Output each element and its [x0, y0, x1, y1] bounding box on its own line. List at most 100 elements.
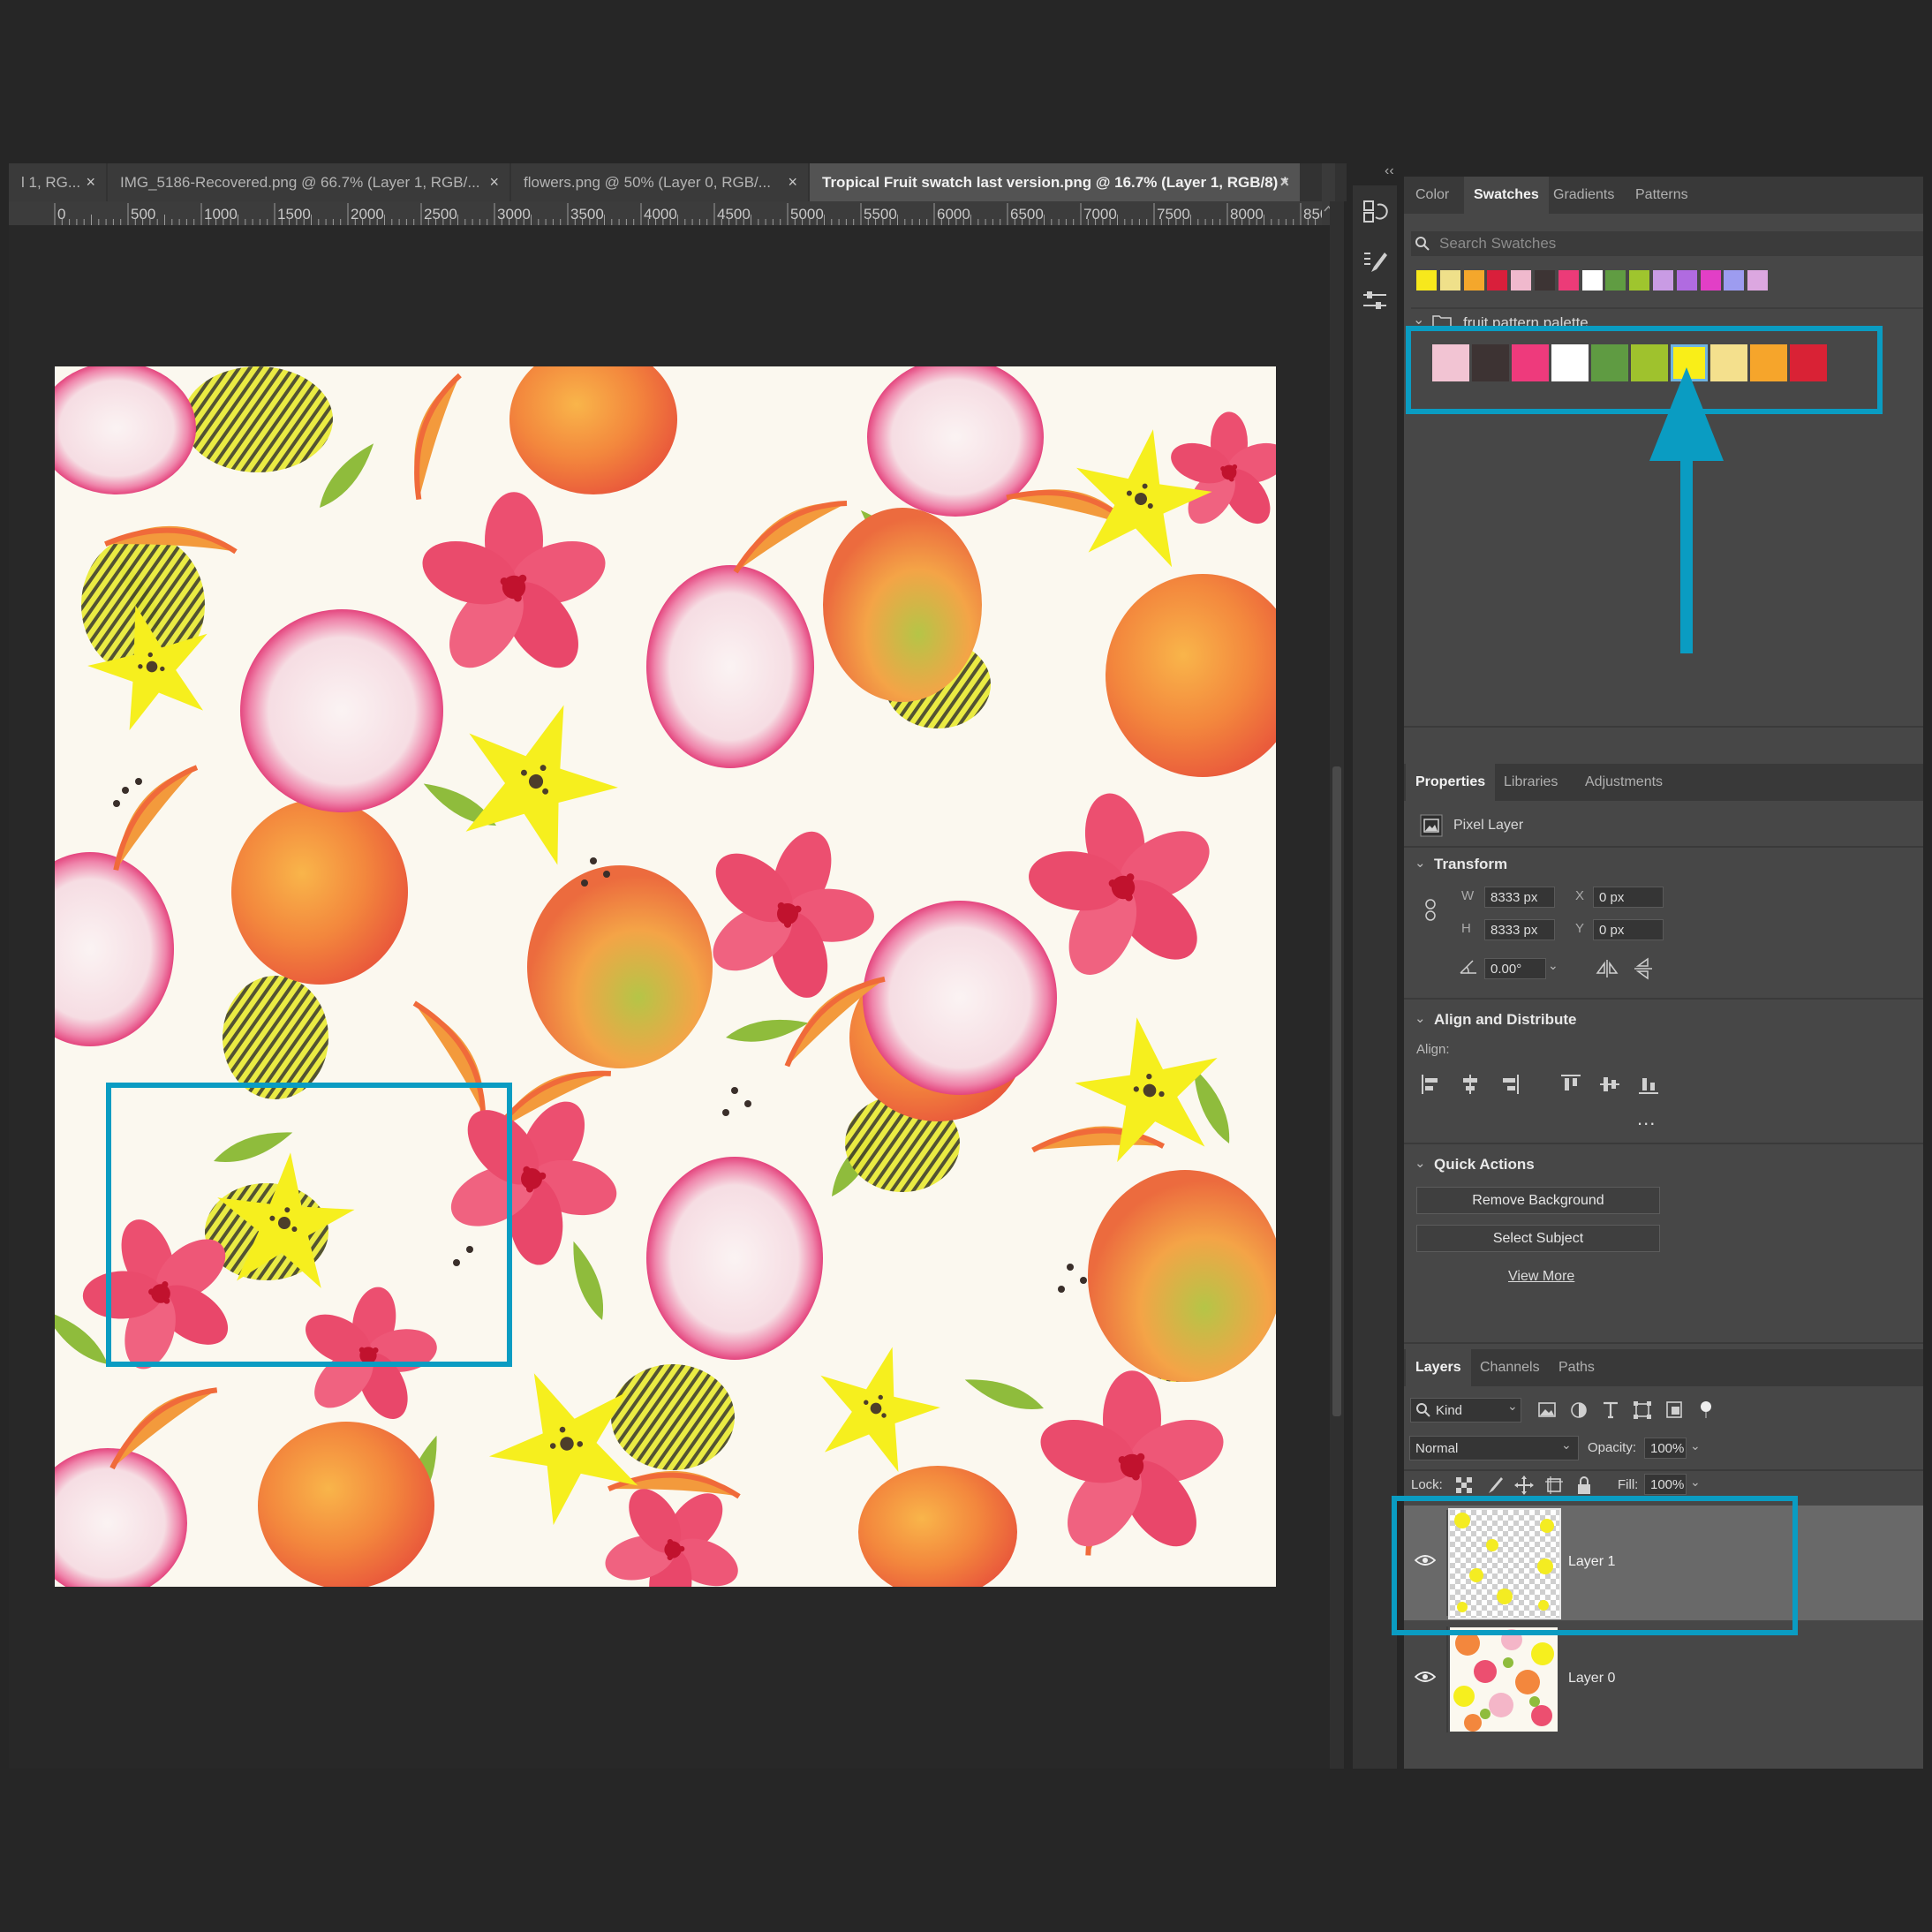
history-icon[interactable] — [1362, 198, 1388, 229]
link-icon[interactable] — [1423, 899, 1438, 922]
ruler-tick-label: 7000 — [1083, 206, 1117, 223]
align-middle-v-icon[interactable] — [1598, 1073, 1621, 1100]
tab-paths[interactable]: Paths — [1549, 1349, 1604, 1386]
align-right-icon[interactable] — [1498, 1073, 1521, 1100]
tab-gradients[interactable]: Gradients — [1543, 177, 1624, 214]
align-section-chevron-icon[interactable]: ⌄ — [1415, 1010, 1426, 1026]
layer-row-layer-0[interactable]: Layer 0 — [1404, 1622, 1923, 1737]
divider — [1411, 307, 1923, 309]
tab-channels[interactable]: Channels — [1470, 1349, 1550, 1386]
tab-label: IMG_5186-Recovered.png @ 66.7% (Layer 1,… — [120, 174, 480, 191]
angle-field[interactable]: 0.00° — [1484, 958, 1546, 979]
tab-swatches[interactable]: Swatches — [1464, 177, 1549, 214]
document-tab-3[interactable]: flowers.png @ 50% (Layer 0, RGB/... × — [511, 163, 808, 201]
swatch-search-box[interactable]: Search Swatches — [1411, 231, 1923, 256]
adjustments-icon[interactable] — [1362, 288, 1388, 319]
recent-swatch[interactable] — [1439, 270, 1460, 291]
recent-swatch[interactable] — [1535, 270, 1555, 291]
recent-swatch[interactable] — [1605, 270, 1626, 291]
flip-vertical-icon[interactable] — [1634, 957, 1653, 980]
recent-swatch[interactable] — [1747, 270, 1769, 291]
layer-type-label: Pixel Layer — [1453, 818, 1524, 833]
opacity-dropdown-icon[interactable]: ⌄ — [1690, 1438, 1701, 1453]
recent-swatch[interactable] — [1700, 270, 1721, 291]
close-icon[interactable]: × — [86, 163, 95, 201]
align-buttons — [1420, 1073, 1685, 1098]
filter-dropdown-icon[interactable]: ⌄ — [1507, 1399, 1518, 1414]
tab-adjustments[interactable]: Adjustments — [1575, 764, 1672, 801]
recent-swatch[interactable] — [1558, 270, 1579, 291]
more-options-icon[interactable]: ... — [1637, 1107, 1656, 1130]
shape-filter-icon[interactable] — [1632, 1399, 1653, 1424]
collapse-panels-icon[interactable]: ‹‹ — [1385, 163, 1394, 179]
tropical-fruit-artwork[interactable] — [55, 366, 1276, 1587]
pixel-filter-icon[interactable] — [1536, 1399, 1558, 1424]
remove-background-button[interactable]: Remove Background — [1416, 1187, 1660, 1214]
height-field[interactable]: 8333 px — [1484, 919, 1555, 940]
recent-swatch[interactable] — [1581, 270, 1603, 291]
align-center-h-icon[interactable] — [1459, 1073, 1482, 1100]
quick-actions-chevron-icon[interactable]: ⌄ — [1415, 1155, 1426, 1171]
opacity-field[interactable]: 100% — [1644, 1438, 1687, 1459]
smart-object-filter-icon[interactable] — [1664, 1399, 1685, 1424]
recent-swatch[interactable] — [1676, 270, 1697, 291]
tab-label: l 1, RG... — [21, 174, 81, 191]
document-tab-1[interactable]: l 1, RG... × — [9, 163, 106, 201]
layer-name[interactable]: Layer 0 — [1568, 1671, 1615, 1687]
recent-swatch[interactable] — [1653, 270, 1673, 291]
fill-dropdown-icon[interactable]: ⌄ — [1690, 1475, 1701, 1490]
ruler-tick-label: 0 — [57, 206, 65, 223]
x-field[interactable]: 0 px — [1593, 887, 1664, 908]
fill-field[interactable]: 100% — [1644, 1474, 1687, 1495]
search-swatches-input[interactable]: Search Swatches — [1439, 235, 1556, 253]
y-label: Y — [1575, 921, 1585, 936]
align-top-icon[interactable] — [1559, 1073, 1582, 1100]
blend-dropdown-icon[interactable]: ⌄ — [1561, 1438, 1572, 1453]
tab-label: Tropical Fruit swatch last version.png @… — [822, 174, 1288, 191]
width-field[interactable]: 8333 px — [1484, 887, 1555, 908]
scrollbar-thumb[interactable] — [1332, 766, 1341, 1416]
close-icon[interactable]: × — [788, 163, 797, 201]
layer-0-thumbnail[interactable] — [1450, 1627, 1558, 1732]
recent-swatch[interactable] — [1629, 270, 1650, 291]
eye-icon[interactable] — [1415, 1670, 1436, 1684]
transform-chevron-icon[interactable]: ⌄ — [1415, 855, 1426, 871]
tab-layers[interactable]: Layers — [1406, 1349, 1471, 1386]
horizontal-ruler: 0 500 1000 1500 2000 2500 3000 3500 4000 4500 5000… — [9, 201, 1330, 225]
lock-label: Lock: — [1411, 1477, 1443, 1492]
flip-horizontal-icon[interactable] — [1596, 959, 1619, 978]
select-subject-button[interactable]: Select Subject — [1416, 1225, 1660, 1252]
layer-highlight-box — [1392, 1496, 1798, 1635]
recent-swatch[interactable] — [1416, 270, 1437, 291]
view-more-link[interactable]: View More — [1508, 1269, 1574, 1285]
align-bottom-icon[interactable] — [1637, 1073, 1660, 1100]
brush-settings-icon[interactable] — [1362, 249, 1388, 280]
document-tab-2[interactable]: IMG_5186-Recovered.png @ 66.7% (Layer 1,… — [108, 163, 509, 201]
document-tab-active[interactable]: Tropical Fruit swatch last version.png @… — [810, 163, 1300, 201]
tab-properties[interactable]: Properties — [1406, 764, 1496, 801]
layer-0-thumbnail-image — [1450, 1627, 1558, 1732]
tab-libraries[interactable]: Libraries — [1494, 764, 1567, 801]
y-field[interactable]: 0 px — [1593, 919, 1664, 940]
close-icon[interactable]: × — [489, 163, 499, 201]
recent-swatch[interactable] — [1463, 270, 1484, 291]
search-icon — [1416, 1403, 1430, 1417]
properties-panel-tabs: Properties Libraries Adjustments — [1404, 764, 1923, 801]
recent-swatch[interactable] — [1724, 270, 1745, 291]
h-label: H — [1461, 921, 1471, 936]
filter-toggle-icon[interactable] — [1695, 1399, 1717, 1424]
blend-mode-select[interactable]: Normal — [1409, 1436, 1579, 1460]
type-filter-icon[interactable] — [1600, 1399, 1621, 1424]
align-label: Align: — [1416, 1042, 1450, 1057]
tab-patterns[interactable]: Patterns — [1626, 177, 1698, 214]
close-icon[interactable]: × — [1279, 163, 1289, 201]
adjustment-filter-icon[interactable] — [1568, 1399, 1589, 1424]
divider — [1404, 846, 1923, 848]
align-left-icon[interactable] — [1420, 1073, 1443, 1100]
angle-dropdown-icon[interactable]: ⌄ — [1548, 958, 1564, 979]
align-title: Align and Distribute — [1434, 1011, 1577, 1028]
recent-swatch[interactable] — [1511, 270, 1532, 291]
divider — [1404, 1143, 1923, 1144]
recent-swatch[interactable] — [1487, 270, 1508, 291]
tab-color[interactable]: Color — [1406, 177, 1459, 214]
